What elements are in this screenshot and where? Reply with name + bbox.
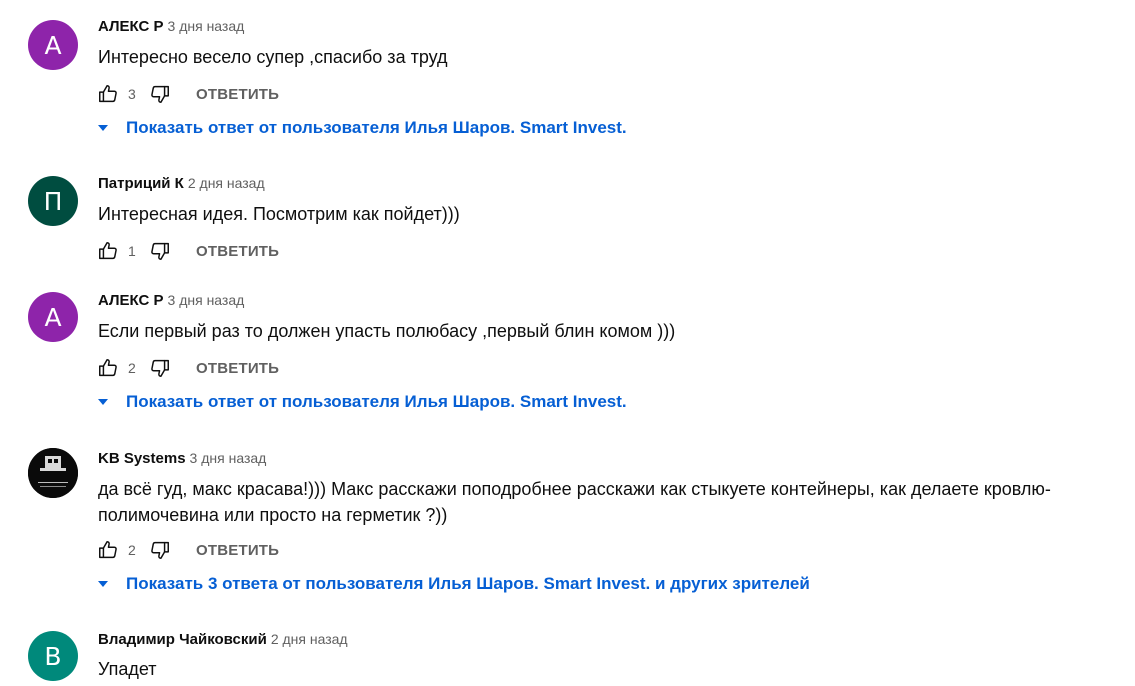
comment-actions: 2 ОТВЕТИТЬ: [96, 356, 279, 380]
comment-timestamp[interactable]: 3 дня назад: [168, 292, 245, 308]
comment-text: Если первый раз то должен упасть полюбас…: [98, 321, 676, 341]
author-name[interactable]: АЛЕКС Р: [98, 292, 164, 309]
comment-text: Интересная идея. Посмотрим как пойдет))): [98, 204, 460, 224]
comment-timestamp[interactable]: 3 дня назад: [168, 18, 245, 34]
show-replies-label: Показать 3 ответа от пользователя Илья Ш…: [126, 574, 810, 593]
show-replies-label: Показать ответ от пользователя Илья Шаро…: [126, 118, 627, 137]
reply-button[interactable]: ОТВЕТИТЬ: [196, 360, 279, 377]
author-name[interactable]: KB Systems: [98, 450, 186, 467]
avatar[interactable]: В: [28, 631, 78, 681]
like-count: 1: [128, 243, 136, 259]
comment-timestamp[interactable]: 2 дня назад: [271, 631, 348, 647]
avatar[interactable]: [28, 448, 78, 498]
chevron-down-icon: [96, 395, 110, 409]
reply-button[interactable]: ОТВЕТИТЬ: [196, 243, 279, 260]
reply-button[interactable]: ОТВЕТИТЬ: [196, 542, 279, 559]
comment-actions: 3 ОТВЕТИТЬ: [96, 82, 279, 106]
like-icon[interactable]: [96, 356, 120, 380]
like-icon[interactable]: [96, 538, 120, 562]
reply-button[interactable]: ОТВЕТИТЬ: [196, 86, 279, 103]
show-replies-button[interactable]: Показать 3 ответа от пользователя Илья Ш…: [96, 574, 810, 594]
comment-header: АЛЕКС Р3 дня назад: [98, 18, 244, 35]
chevron-down-icon: [96, 577, 110, 591]
comment-text: да всё гуд, макс красава!))) Макс расска…: [98, 476, 1108, 528]
show-replies-button[interactable]: Показать ответ от пользователя Илья Шаро…: [96, 118, 627, 138]
comment-text-line: да всё гуд, макс красава!))) Макс расска…: [98, 479, 1051, 499]
dislike-icon[interactable]: [148, 356, 172, 380]
comment-header: KB Systems 3 дня назад: [98, 450, 266, 467]
comment-timestamp[interactable]: 3 дня назад: [190, 450, 267, 466]
comment-text: Упадет: [98, 659, 157, 679]
like-count: 2: [128, 360, 136, 376]
show-replies-button[interactable]: Показать ответ от пользователя Илья Шаро…: [96, 392, 627, 412]
comment-timestamp[interactable]: 2 дня назад: [188, 175, 265, 191]
author-name[interactable]: Патриций К: [98, 175, 184, 192]
dislike-icon[interactable]: [148, 538, 172, 562]
dislike-icon[interactable]: [148, 82, 172, 106]
comment-actions: 1 ОТВЕТИТЬ: [96, 239, 279, 263]
avatar[interactable]: П: [28, 176, 78, 226]
author-name[interactable]: Владимир Чайковский: [98, 631, 267, 648]
comment-text: Интересно весело супер ,спасибо за труд: [98, 47, 448, 67]
chevron-down-icon: [96, 121, 110, 135]
kb-systems-logo: [28, 448, 78, 498]
like-icon[interactable]: [96, 239, 120, 263]
comment-header: Патриций К2 дня назад: [98, 175, 265, 192]
show-replies-label: Показать ответ от пользователя Илья Шаро…: [126, 392, 627, 411]
dislike-icon[interactable]: [148, 239, 172, 263]
comment-header: АЛЕКС Р3 дня назад: [98, 292, 244, 309]
like-count: 3: [128, 86, 136, 102]
author-name[interactable]: АЛЕКС Р: [98, 18, 164, 35]
avatar[interactable]: А: [28, 20, 78, 70]
like-icon[interactable]: [96, 82, 120, 106]
avatar[interactable]: А: [28, 292, 78, 342]
comment-actions: 2 ОТВЕТИТЬ: [96, 538, 279, 562]
comment-header: Владимир Чайковский 2 дня назад: [98, 631, 348, 648]
comment-text-line: полимочевина или просто на герметик ?)): [98, 505, 448, 525]
like-count: 2: [128, 542, 136, 558]
